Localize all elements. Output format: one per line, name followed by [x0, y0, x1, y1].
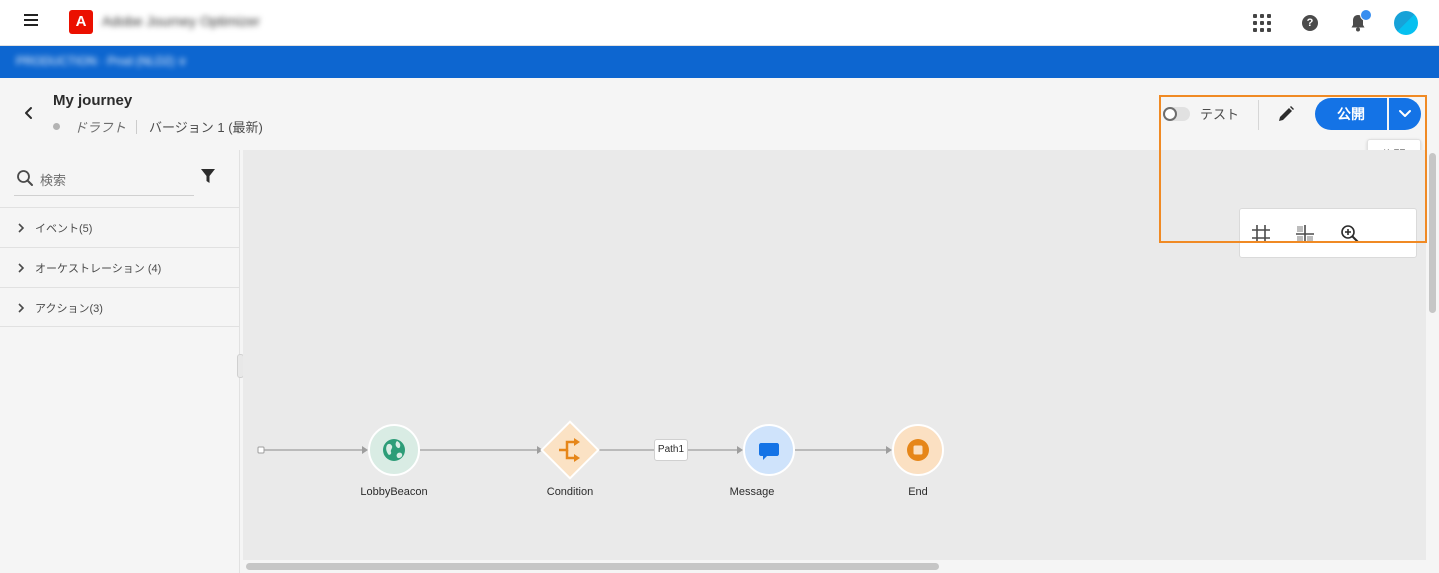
node-end[interactable]	[892, 424, 944, 476]
node-lobbybeacon[interactable]	[368, 424, 420, 476]
node-label: Condition	[546, 486, 594, 498]
stop-icon	[907, 439, 929, 461]
branch-icon	[559, 438, 580, 462]
zoom-in-icon[interactable]	[1339, 223, 1361, 245]
node-label: LobbyBeacon	[360, 486, 428, 498]
message-icon	[759, 443, 779, 460]
horizontal-scroll-thumb[interactable]	[246, 563, 939, 570]
vertical-scroll-thumb[interactable]	[1429, 153, 1436, 313]
node-label: Message	[729, 486, 775, 498]
grid-icon[interactable]	[1250, 223, 1272, 245]
canvas-toolbar	[1239, 208, 1417, 258]
path-label[interactable]: Path1	[654, 439, 688, 461]
node-label: End	[908, 486, 928, 498]
globe-icon	[383, 439, 405, 461]
align-icon[interactable]	[1294, 223, 1316, 245]
node-message[interactable]	[743, 424, 795, 476]
